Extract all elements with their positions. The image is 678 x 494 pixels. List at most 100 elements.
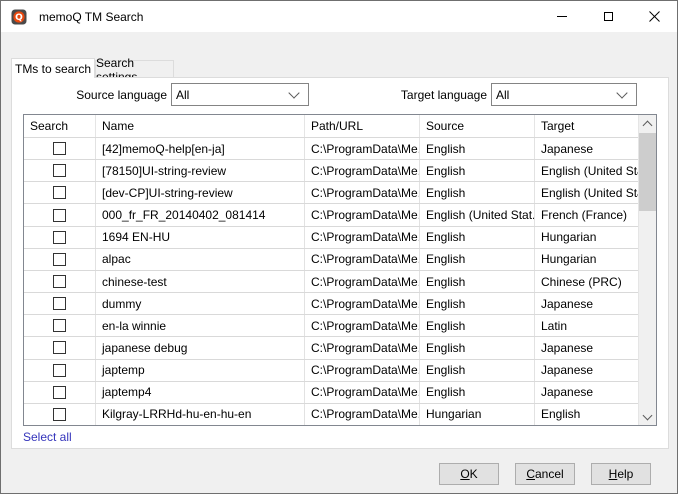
table-row[interactable]: dummyC:\ProgramData\Me...EnglishJapanese	[24, 293, 656, 315]
source-language-label: Source language	[61, 88, 167, 102]
ok-button[interactable]: OK	[439, 463, 499, 485]
svg-text:Q: Q	[15, 13, 23, 23]
tm-path: C:\ProgramData\Me...	[305, 160, 420, 181]
tm-source-language: English	[420, 249, 535, 270]
tm-source-language: English	[420, 382, 535, 403]
table-row[interactable]: [dev-CP]UI-string-reviewC:\ProgramData\M…	[24, 182, 656, 204]
scroll-down-button[interactable]	[639, 408, 656, 425]
row-checkbox[interactable]	[53, 386, 66, 399]
cancel-button[interactable]: Cancel	[515, 463, 575, 485]
tm-name: 1694 EN-HU	[96, 227, 305, 248]
tm-source-language: English	[420, 337, 535, 358]
tab-tms-to-search[interactable]: TMs to search	[11, 58, 95, 78]
tm-path: C:\ProgramData\Me...	[305, 337, 420, 358]
tm-name: japtemp	[96, 360, 305, 381]
search-cell	[24, 382, 96, 403]
source-language-select[interactable]: All	[171, 83, 309, 106]
tm-path: C:\ProgramData\Me...	[305, 404, 420, 425]
window-title: memoQ TM Search	[39, 10, 143, 24]
tm-path: C:\ProgramData\Me...	[305, 204, 420, 225]
tm-path: C:\ProgramData\Me...	[305, 382, 420, 403]
column-header-name[interactable]: Name	[96, 115, 305, 137]
close-icon	[649, 11, 660, 22]
tm-name: en-la winnie	[96, 315, 305, 336]
row-checkbox[interactable]	[53, 364, 66, 377]
tm-source-language: English	[420, 271, 535, 292]
close-button[interactable]	[631, 1, 677, 32]
column-header-path[interactable]: Path/URL	[305, 115, 420, 137]
table-row[interactable]: alpacC:\ProgramData\Me...EnglishHungaria…	[24, 249, 656, 271]
scrollbar-thumb[interactable]	[639, 133, 656, 211]
chevron-down-icon	[643, 410, 653, 420]
row-checkbox[interactable]	[53, 297, 66, 310]
row-checkbox[interactable]	[53, 231, 66, 244]
column-header-source[interactable]: Source	[420, 115, 535, 137]
row-checkbox[interactable]	[53, 253, 66, 266]
table-row[interactable]: japtempC:\ProgramData\Me...EnglishJapane…	[24, 360, 656, 382]
tm-name: dummy	[96, 293, 305, 314]
table-row[interactable]: [78150]UI-string-reviewC:\ProgramData\Me…	[24, 160, 656, 182]
tab-search-settings[interactable]: Search settings	[95, 60, 174, 78]
row-checkbox[interactable]	[53, 341, 66, 354]
tm-path: C:\ProgramData\Me...	[305, 227, 420, 248]
chevron-up-icon	[643, 120, 653, 130]
tm-path: C:\ProgramData\Me...	[305, 360, 420, 381]
tm-list: Search Name Path/URL Source Target [42]m…	[23, 114, 657, 426]
tm-source-language: Hungarian	[420, 404, 535, 425]
tm-table-body: [42]memoQ-help[en-ja]C:\ProgramData\Me..…	[24, 138, 656, 425]
titlebar: Q memoQ TM Search	[1, 1, 677, 32]
table-row[interactable]: [42]memoQ-help[en-ja]C:\ProgramData\Me..…	[24, 138, 656, 160]
chevron-down-icon	[288, 87, 299, 98]
vertical-scrollbar[interactable]	[638, 115, 656, 425]
tm-name: [42]memoQ-help[en-ja]	[96, 138, 305, 159]
select-all-link[interactable]: Select all	[23, 430, 72, 444]
row-checkbox[interactable]	[53, 186, 66, 199]
row-checkbox[interactable]	[53, 142, 66, 155]
tm-name: chinese-test	[96, 271, 305, 292]
search-cell	[24, 360, 96, 381]
target-language-select[interactable]: All	[491, 83, 637, 106]
tm-path: C:\ProgramData\Me...	[305, 138, 420, 159]
maximize-button[interactable]	[585, 1, 631, 32]
tm-path: C:\ProgramData\Me...	[305, 271, 420, 292]
row-checkbox[interactable]	[53, 209, 66, 222]
minimize-button[interactable]	[539, 1, 585, 32]
tm-source-language: English	[420, 315, 535, 336]
row-checkbox[interactable]	[53, 319, 66, 332]
minimize-icon	[557, 16, 567, 17]
search-cell	[24, 404, 96, 425]
row-checkbox[interactable]	[53, 275, 66, 288]
search-cell	[24, 204, 96, 225]
help-button[interactable]: Help	[591, 463, 651, 485]
tm-path: C:\ProgramData\Me...	[305, 293, 420, 314]
memoq-tm-search-dialog: Q memoQ TM Search TMs to search Search s…	[0, 0, 678, 494]
tm-source-language: English (United Stat...	[420, 204, 535, 225]
search-cell	[24, 249, 96, 270]
table-row[interactable]: 1694 EN-HUC:\ProgramData\Me...EnglishHun…	[24, 227, 656, 249]
table-row[interactable]: en-la winnieC:\ProgramData\Me...EnglishL…	[24, 315, 656, 337]
tm-name: [dev-CP]UI-string-review	[96, 182, 305, 203]
tm-source-language: English	[420, 182, 535, 203]
tm-path: C:\ProgramData\Me...	[305, 249, 420, 270]
column-header-search[interactable]: Search	[24, 115, 96, 137]
tm-name: japtemp4	[96, 382, 305, 403]
search-cell	[24, 271, 96, 292]
tab-label: TMs to search	[15, 62, 91, 76]
search-cell	[24, 315, 96, 336]
tm-name: alpac	[96, 249, 305, 270]
table-row[interactable]: japanese debugC:\ProgramData\Me...Englis…	[24, 337, 656, 359]
scroll-up-button[interactable]	[639, 115, 656, 132]
row-checkbox[interactable]	[53, 408, 66, 421]
table-row[interactable]: 000_fr_FR_20140402_081414C:\ProgramData\…	[24, 204, 656, 226]
search-cell	[24, 182, 96, 203]
row-checkbox[interactable]	[53, 164, 66, 177]
tm-list-header: Search Name Path/URL Source Target	[24, 115, 656, 138]
tm-source-language: English	[420, 138, 535, 159]
search-cell	[24, 160, 96, 181]
table-row[interactable]: Kilgray-LRRHd-hu-en-hu-enC:\ProgramData\…	[24, 404, 656, 425]
table-row[interactable]: japtemp4C:\ProgramData\Me...EnglishJapan…	[24, 382, 656, 404]
search-cell	[24, 227, 96, 248]
table-row[interactable]: chinese-testC:\ProgramData\Me...EnglishC…	[24, 271, 656, 293]
tm-path: C:\ProgramData\Me...	[305, 182, 420, 203]
tm-source-language: English	[420, 227, 535, 248]
